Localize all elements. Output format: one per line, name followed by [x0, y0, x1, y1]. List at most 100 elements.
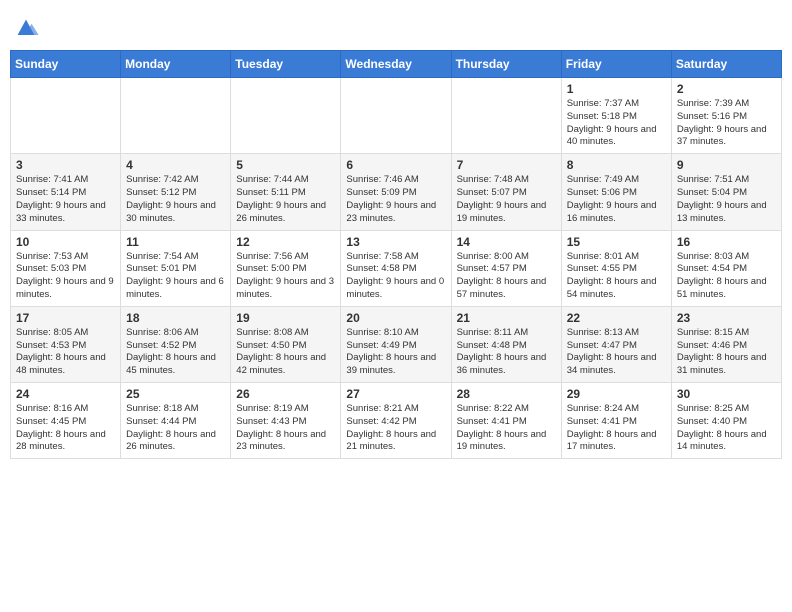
day-number: 6 — [346, 158, 445, 172]
calendar-cell: 10Sunrise: 7:53 AM Sunset: 5:03 PM Dayli… — [11, 230, 121, 306]
calendar-cell: 18 Sunrise: 8:06 AM Sunset: 4:52 PM Dayli… — [121, 306, 231, 382]
day-of-week-header: Thursday — [451, 51, 561, 78]
day-of-week-header: Sunday — [11, 51, 121, 78]
day-number: 4 — [126, 158, 225, 172]
day-number: 2 — [677, 82, 776, 96]
calendar-cell — [341, 78, 451, 154]
day-info: Sunrise: 8:10 AM Sunset: 4:49 PM Dayligh… — [346, 327, 445, 378]
day-number: 15 — [567, 235, 666, 249]
calendar-cell: 19 Sunrise: 8:08 AM Sunset: 4:50 PM Dayli… — [231, 306, 341, 382]
day-of-week-header: Tuesday — [231, 51, 341, 78]
calendar-cell: 21 Sunrise: 8:11 AM Sunset: 4:48 PM Dayli… — [451, 306, 561, 382]
logo — [10, 14, 40, 42]
day-info: Sunrise: 7:58 AM Sunset: 4:58 PM Dayligh… — [346, 251, 445, 302]
calendar-cell: 6Sunrise: 7:46 AM Sunset: 5:09 PM Daylig… — [341, 154, 451, 230]
day-number: 7 — [457, 158, 556, 172]
day-number: 26 — [236, 387, 335, 401]
day-number: 8 — [567, 158, 666, 172]
day-number: 25 — [126, 387, 225, 401]
day-info: Sunrise: 7:49 AM Sunset: 5:06 PM Dayligh… — [567, 174, 666, 225]
day-info: Sunrise: 8:18 AM Sunset: 4:44 PM Dayligh… — [126, 403, 225, 454]
day-number: 24 — [16, 387, 115, 401]
calendar-cell: 29Sunrise: 8:24 AM Sunset: 4:41 PM Dayli… — [561, 383, 671, 459]
day-info: Sunrise: 8:08 AM Sunset: 4:50 PM Dayligh… — [236, 327, 335, 378]
day-of-week-header: Monday — [121, 51, 231, 78]
day-info: Sunrise: 7:44 AM Sunset: 5:11 PM Dayligh… — [236, 174, 335, 225]
day-number: 17 — [16, 311, 115, 325]
day-number: 23 — [677, 311, 776, 325]
calendar-cell: 20 Sunrise: 8:10 AM Sunset: 4:49 PM Dayli… — [341, 306, 451, 382]
day-info: Sunrise: 7:54 AM Sunset: 5:01 PM Dayligh… — [126, 251, 225, 302]
calendar-cell: 16 Sunrise: 8:03 AM Sunset: 4:54 PM Dayli… — [671, 230, 781, 306]
calendar-cell: 25 Sunrise: 8:18 AM Sunset: 4:44 PM Dayli… — [121, 383, 231, 459]
page-header — [10, 10, 782, 42]
calendar-cell: 1 Sunrise: 7:37 AM Sunset: 5:18 PM Daylig… — [561, 78, 671, 154]
calendar-cell: 22 Sunrise: 8:13 AM Sunset: 4:47 PM Dayli… — [561, 306, 671, 382]
calendar-cell: 28Sunrise: 8:22 AM Sunset: 4:41 PM Dayli… — [451, 383, 561, 459]
calendar-cell — [231, 78, 341, 154]
calendar-week-row: 24 Sunrise: 8:16 AM Sunset: 4:45 PM Dayli… — [11, 383, 782, 459]
day-info: Sunrise: 8:25 AM Sunset: 4:40 PM Dayligh… — [677, 403, 776, 454]
day-info: Sunrise: 7:53 AM Sunset: 5:03 PM Dayligh… — [16, 251, 115, 302]
day-number: 11 — [126, 235, 225, 249]
day-info: Sunrise: 8:15 AM Sunset: 4:46 PM Dayligh… — [677, 327, 776, 378]
logo-icon — [12, 14, 40, 42]
calendar-cell: 13 Sunrise: 7:58 AM Sunset: 4:58 PM Dayli… — [341, 230, 451, 306]
day-info: Sunrise: 8:00 AM Sunset: 4:57 PM Dayligh… — [457, 251, 556, 302]
day-number: 28 — [457, 387, 556, 401]
day-info: Sunrise: 8:13 AM Sunset: 4:47 PM Dayligh… — [567, 327, 666, 378]
calendar-cell: 5Sunrise: 7:44 AM Sunset: 5:11 PM Daylig… — [231, 154, 341, 230]
day-number: 22 — [567, 311, 666, 325]
calendar-cell: 30 Sunrise: 8:25 AM Sunset: 4:40 PM Dayli… — [671, 383, 781, 459]
day-info: Sunrise: 7:39 AM Sunset: 5:16 PM Dayligh… — [677, 98, 776, 149]
calendar-cell: 2 Sunrise: 7:39 AM Sunset: 5:16 PM Daylig… — [671, 78, 781, 154]
calendar-week-row: 3Sunrise: 7:41 AM Sunset: 5:14 PM Daylig… — [11, 154, 782, 230]
calendar-cell: 12Sunrise: 7:56 AM Sunset: 5:00 PM Dayli… — [231, 230, 341, 306]
calendar-table: SundayMondayTuesdayWednesdayThursdayFrid… — [10, 50, 782, 459]
calendar-cell — [451, 78, 561, 154]
day-info: Sunrise: 7:48 AM Sunset: 5:07 PM Dayligh… — [457, 174, 556, 225]
day-of-week-header: Wednesday — [341, 51, 451, 78]
day-info: Sunrise: 8:19 AM Sunset: 4:43 PM Dayligh… — [236, 403, 335, 454]
day-info: Sunrise: 8:06 AM Sunset: 4:52 PM Dayligh… — [126, 327, 225, 378]
day-number: 13 — [346, 235, 445, 249]
calendar-week-row: 10Sunrise: 7:53 AM Sunset: 5:03 PM Dayli… — [11, 230, 782, 306]
day-number: 21 — [457, 311, 556, 325]
day-number: 30 — [677, 387, 776, 401]
day-info: Sunrise: 7:37 AM Sunset: 5:18 PM Dayligh… — [567, 98, 666, 149]
day-of-week-header: Friday — [561, 51, 671, 78]
calendar-cell: 11 Sunrise: 7:54 AM Sunset: 5:01 PM Dayli… — [121, 230, 231, 306]
calendar-cell: 23 Sunrise: 8:15 AM Sunset: 4:46 PM Dayli… — [671, 306, 781, 382]
calendar-cell: 27Sunrise: 8:21 AM Sunset: 4:42 PM Dayli… — [341, 383, 451, 459]
calendar-cell: 4 Sunrise: 7:42 AM Sunset: 5:12 PM Daylig… — [121, 154, 231, 230]
day-number: 9 — [677, 158, 776, 172]
calendar-cell: 8 Sunrise: 7:49 AM Sunset: 5:06 PM Daylig… — [561, 154, 671, 230]
day-number: 12 — [236, 235, 335, 249]
day-number: 18 — [126, 311, 225, 325]
day-of-week-header: Saturday — [671, 51, 781, 78]
calendar-cell: 26 Sunrise: 8:19 AM Sunset: 4:43 PM Dayli… — [231, 383, 341, 459]
day-info: Sunrise: 7:51 AM Sunset: 5:04 PM Dayligh… — [677, 174, 776, 225]
day-info: Sunrise: 8:03 AM Sunset: 4:54 PM Dayligh… — [677, 251, 776, 302]
calendar-week-row: 17 Sunrise: 8:05 AM Sunset: 4:53 PM Dayli… — [11, 306, 782, 382]
calendar-header-row: SundayMondayTuesdayWednesdayThursdayFrid… — [11, 51, 782, 78]
day-info: Sunrise: 7:42 AM Sunset: 5:12 PM Dayligh… — [126, 174, 225, 225]
calendar-week-row: 1 Sunrise: 7:37 AM Sunset: 5:18 PM Daylig… — [11, 78, 782, 154]
day-number: 3 — [16, 158, 115, 172]
day-number: 20 — [346, 311, 445, 325]
day-info: Sunrise: 8:01 AM Sunset: 4:55 PM Dayligh… — [567, 251, 666, 302]
day-number: 19 — [236, 311, 335, 325]
day-number: 29 — [567, 387, 666, 401]
calendar-cell — [121, 78, 231, 154]
day-info: Sunrise: 8:16 AM Sunset: 4:45 PM Dayligh… — [16, 403, 115, 454]
day-info: Sunrise: 8:21 AM Sunset: 4:42 PM Dayligh… — [346, 403, 445, 454]
day-info: Sunrise: 8:11 AM Sunset: 4:48 PM Dayligh… — [457, 327, 556, 378]
calendar-cell — [11, 78, 121, 154]
calendar-cell: 24 Sunrise: 8:16 AM Sunset: 4:45 PM Dayli… — [11, 383, 121, 459]
day-number: 1 — [567, 82, 666, 96]
calendar-cell: 9 Sunrise: 7:51 AM Sunset: 5:04 PM Daylig… — [671, 154, 781, 230]
day-number: 16 — [677, 235, 776, 249]
calendar-cell: 7 Sunrise: 7:48 AM Sunset: 5:07 PM Daylig… — [451, 154, 561, 230]
day-info: Sunrise: 8:05 AM Sunset: 4:53 PM Dayligh… — [16, 327, 115, 378]
calendar-cell: 3Sunrise: 7:41 AM Sunset: 5:14 PM Daylig… — [11, 154, 121, 230]
